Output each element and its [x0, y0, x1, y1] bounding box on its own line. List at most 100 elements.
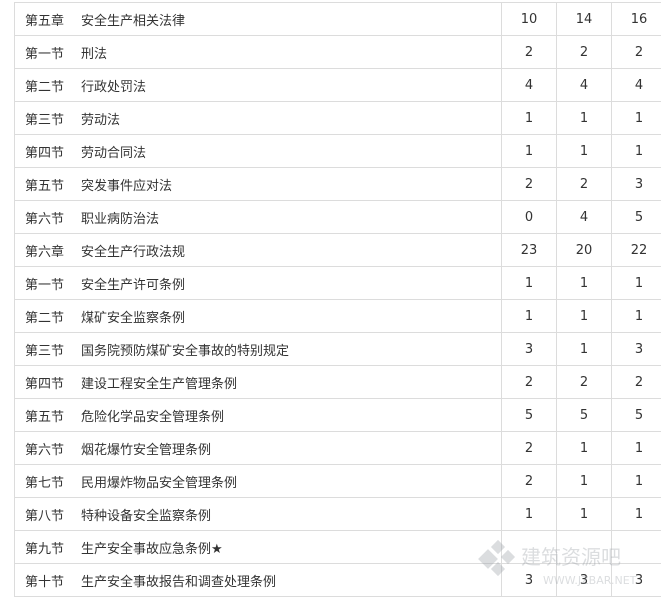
topic-cell: 第三节 劳动法 — [14, 101, 502, 135]
table-row: 第六节 烟花爆竹安全管理条例 2 1 1 — [14, 431, 661, 465]
table-row: 第一节 刑法 2 2 2 — [14, 35, 661, 69]
question-count-cell: 4 — [501, 68, 557, 102]
section-number: 第三节 — [25, 343, 65, 359]
topic-cell: 第三节 国务院预防煤矿安全事故的特别规定 — [14, 332, 502, 366]
question-count-cell: 2 — [556, 35, 612, 69]
section-number: 第四节 — [25, 145, 65, 161]
question-count-cell — [501, 530, 557, 564]
section-title: 煤矿安全监察条例 — [81, 310, 186, 326]
section-number: 第三节 — [25, 112, 65, 128]
table-row: 第一节 安全生产许可条例 1 1 1 — [14, 266, 661, 300]
section-number: 第六章 — [25, 244, 65, 260]
section-number: 第六节 — [25, 211, 65, 227]
question-count-cell: 3 — [611, 167, 661, 201]
question-count-cell: 2 — [501, 167, 557, 201]
topic-cell: 第七节 民用爆炸物品安全管理条例 — [14, 464, 502, 498]
table-row: 第七节 民用爆炸物品安全管理条例 2 1 1 — [14, 464, 661, 498]
table-row: 第八节 特种设备安全监察条例 1 1 1 — [14, 497, 661, 531]
question-count-cell: 10 — [501, 2, 557, 36]
question-count-cell: 0 — [501, 200, 557, 234]
section-title: 特种设备安全监察条例 — [81, 508, 212, 524]
section-title: 劳动合同法 — [81, 145, 147, 161]
question-count-cell: 3 — [501, 332, 557, 366]
section-title: 建设工程安全生产管理条例 — [81, 376, 238, 392]
question-count-cell: 3 — [501, 563, 557, 597]
section-number: 第一节 — [25, 46, 65, 62]
question-count-cell: 16 — [611, 2, 661, 36]
question-count-cell — [556, 530, 612, 564]
question-count-cell: 1 — [611, 101, 661, 135]
question-count-cell: 3 — [611, 332, 661, 366]
question-count-cell: 2 — [556, 365, 612, 399]
question-count-cell: 1 — [501, 101, 557, 135]
section-number: 第四节 — [25, 376, 65, 392]
question-count-cell: 23 — [501, 233, 557, 267]
question-count-cell: 1 — [611, 266, 661, 300]
table-row: 第四节 劳动合同法 1 1 1 — [14, 134, 661, 168]
section-title: 危险化学品安全管理条例 — [81, 409, 225, 425]
question-count-cell: 2 — [501, 431, 557, 465]
table-row: 第三节 劳动法 1 1 1 — [14, 101, 661, 135]
topic-cell: 第六节 烟花爆竹安全管理条例 — [14, 431, 502, 465]
table-row: 第二节 煤矿安全监察条例 1 1 1 — [14, 299, 661, 333]
question-count-cell: 1 — [501, 497, 557, 531]
topic-cell: 第四节 建设工程安全生产管理条例 — [14, 365, 502, 399]
question-count-cell: 5 — [501, 398, 557, 432]
question-count-cell: 4 — [556, 200, 612, 234]
question-count-cell: 1 — [556, 497, 612, 531]
question-count-cell: 2 — [501, 365, 557, 399]
question-count-cell: 1 — [556, 332, 612, 366]
question-count-cell: 3 — [556, 563, 612, 597]
table-body: 第五章 安全生产相关法律 10 14 16 第一节 刑法 2 2 2 第二节 行政处罚法 4 4 4 第三节劳… — [14, 2, 661, 597]
question-count-cell: 1 — [611, 497, 661, 531]
section-title: 安全生产相关法律 — [81, 13, 186, 29]
question-count-cell: 1 — [501, 299, 557, 333]
table-row: 第六节 职业病防治法 0 4 5 — [14, 200, 661, 234]
section-title: 安全生产行政法规 — [81, 244, 186, 260]
topic-cell: 第一节 安全生产许可条例 — [14, 266, 502, 300]
question-count-cell: 1 — [501, 134, 557, 168]
table-row: 第六章 安全生产行政法规 23 20 22 — [14, 233, 661, 267]
section-title: 劳动法 — [81, 112, 121, 128]
section-number: 第十节 — [25, 574, 65, 590]
section-title: 烟花爆竹安全管理条例 — [81, 442, 212, 458]
topic-cell: 第五节 突发事件应对法 — [14, 167, 502, 201]
question-count-cell: 2 — [556, 167, 612, 201]
question-count-cell: 1 — [611, 464, 661, 498]
section-number: 第八节 — [25, 508, 65, 524]
topic-cell: 第九节 生产安全事故应急条例★ — [14, 530, 502, 564]
question-count-cell: 4 — [611, 68, 661, 102]
table-row: 第九节 生产安全事故应急条例★ — [14, 530, 661, 564]
question-count-cell: 2 — [611, 365, 661, 399]
question-count-cell: 1 — [556, 101, 612, 135]
section-number: 第六节 — [25, 442, 65, 458]
table-row: 第五节 危险化学品安全管理条例 5 5 5 — [14, 398, 661, 432]
section-title: 突发事件应对法 — [81, 178, 173, 194]
section-title: 生产安全事故应急条例★ — [81, 541, 223, 557]
section-title: 国务院预防煤矿安全事故的特别规定 — [81, 343, 290, 359]
table-row: 第五章 安全生产相关法律 10 14 16 — [14, 2, 661, 36]
topic-cell: 第六节 职业病防治法 — [14, 200, 502, 234]
question-count-cell: 4 — [556, 68, 612, 102]
topic-cell: 第五节 危险化学品安全管理条例 — [14, 398, 502, 432]
section-number: 第二节 — [25, 310, 65, 326]
table-row: 第十节 生产安全事故报告和调查处理条例 3 3 3 — [14, 563, 661, 597]
section-title: 民用爆炸物品安全管理条例 — [81, 475, 238, 491]
topic-cell: 第八节 特种设备安全监察条例 — [14, 497, 502, 531]
question-count-cell: 1 — [556, 464, 612, 498]
section-number: 第九节 — [25, 541, 65, 557]
section-number: 第五章 — [25, 13, 65, 29]
question-count-cell: 3 — [611, 563, 661, 597]
section-title: 生产安全事故报告和调查处理条例 — [81, 574, 277, 590]
section-number: 第二节 — [25, 79, 65, 95]
section-number: 第五节 — [25, 409, 65, 425]
topic-cell: 第二节 行政处罚法 — [14, 68, 502, 102]
question-count-cell: 1 — [556, 134, 612, 168]
section-number: 第一节 — [25, 277, 65, 293]
question-count-cell: 2 — [501, 464, 557, 498]
question-count-cell: 14 — [556, 2, 612, 36]
question-count-cell: 1 — [556, 299, 612, 333]
section-title: 职业病防治法 — [81, 211, 160, 227]
section-title: 刑法 — [81, 46, 108, 62]
topic-cell: 第二节 煤矿安全监察条例 — [14, 299, 502, 333]
